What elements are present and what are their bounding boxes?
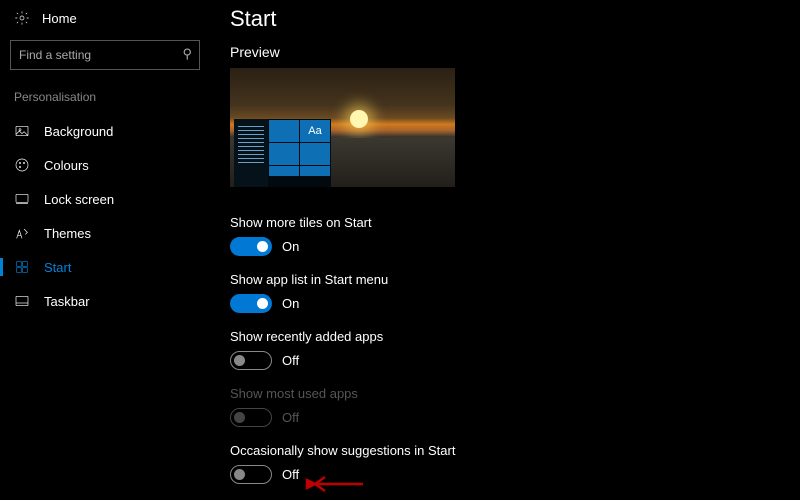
toggle-state: Off <box>282 353 299 368</box>
sidebar-item-label: Taskbar <box>44 294 90 309</box>
sidebar-item-label: Lock screen <box>44 192 114 207</box>
setting-label: Show app list in Start menu <box>230 272 800 287</box>
sidebar-item-start[interactable]: Start <box>0 250 210 284</box>
themes-icon <box>14 225 30 241</box>
start-preview: Aa <box>230 68 455 193</box>
settings-sidebar: Home ⚲ Personalisation Background Colour… <box>0 0 210 500</box>
toggle-state: On <box>282 239 299 254</box>
toggle-state: Off <box>282 467 299 482</box>
toggle-recently-added[interactable] <box>230 351 272 370</box>
toggle-state: Off <box>282 410 299 425</box>
toggle-show-app-list[interactable] <box>230 294 272 313</box>
palette-icon <box>14 157 30 173</box>
search-icon: ⚲ <box>182 46 192 62</box>
setting-label: Show more tiles on Start <box>230 215 800 230</box>
preview-tile-aa: Aa <box>300 120 330 142</box>
section-header: Personalisation <box>0 86 210 114</box>
sidebar-item-label: Start <box>44 260 71 275</box>
home-label: Home <box>42 11 77 26</box>
toggle-most-used <box>230 408 272 427</box>
search-input[interactable] <box>10 40 200 70</box>
setting-label: Show most used apps <box>230 386 800 401</box>
picture-icon <box>14 123 30 139</box>
gear-icon <box>14 10 30 26</box>
sidebar-item-lock-screen[interactable]: Lock screen <box>0 182 210 216</box>
start-icon <box>14 259 30 275</box>
sidebar-item-label: Themes <box>44 226 91 241</box>
sidebar-item-label: Background <box>44 124 113 139</box>
sidebar-item-taskbar[interactable]: Taskbar <box>0 284 210 318</box>
sidebar-item-background[interactable]: Background <box>0 114 210 148</box>
setting-show-more-tiles: Show more tiles on Start On <box>230 215 800 256</box>
main-content: Start Preview Aa Show more tiles <box>210 0 800 500</box>
setting-label: Show recently added apps <box>230 329 800 344</box>
search-box[interactable]: ⚲ <box>10 40 200 70</box>
toggle-show-more-tiles[interactable] <box>230 237 272 256</box>
setting-recently-added: Show recently added apps Off <box>230 329 800 370</box>
page-title: Start <box>230 6 800 32</box>
sidebar-item-colours[interactable]: Colours <box>0 148 210 182</box>
setting-show-app-list: Show app list in Start menu On <box>230 272 800 313</box>
sidebar-item-label: Colours <box>44 158 89 173</box>
home-button[interactable]: Home <box>0 4 210 32</box>
setting-suggestions: Occasionally show suggestions in Start O… <box>230 443 800 484</box>
setting-most-used: Show most used apps Off <box>230 386 800 427</box>
lock-screen-icon <box>14 191 30 207</box>
setting-label: Occasionally show suggestions in Start <box>230 443 800 458</box>
sidebar-item-themes[interactable]: Themes <box>0 216 210 250</box>
preview-heading: Preview <box>230 44 800 60</box>
toggle-suggestions[interactable] <box>230 465 272 484</box>
taskbar-icon <box>14 293 30 309</box>
toggle-state: On <box>282 296 299 311</box>
